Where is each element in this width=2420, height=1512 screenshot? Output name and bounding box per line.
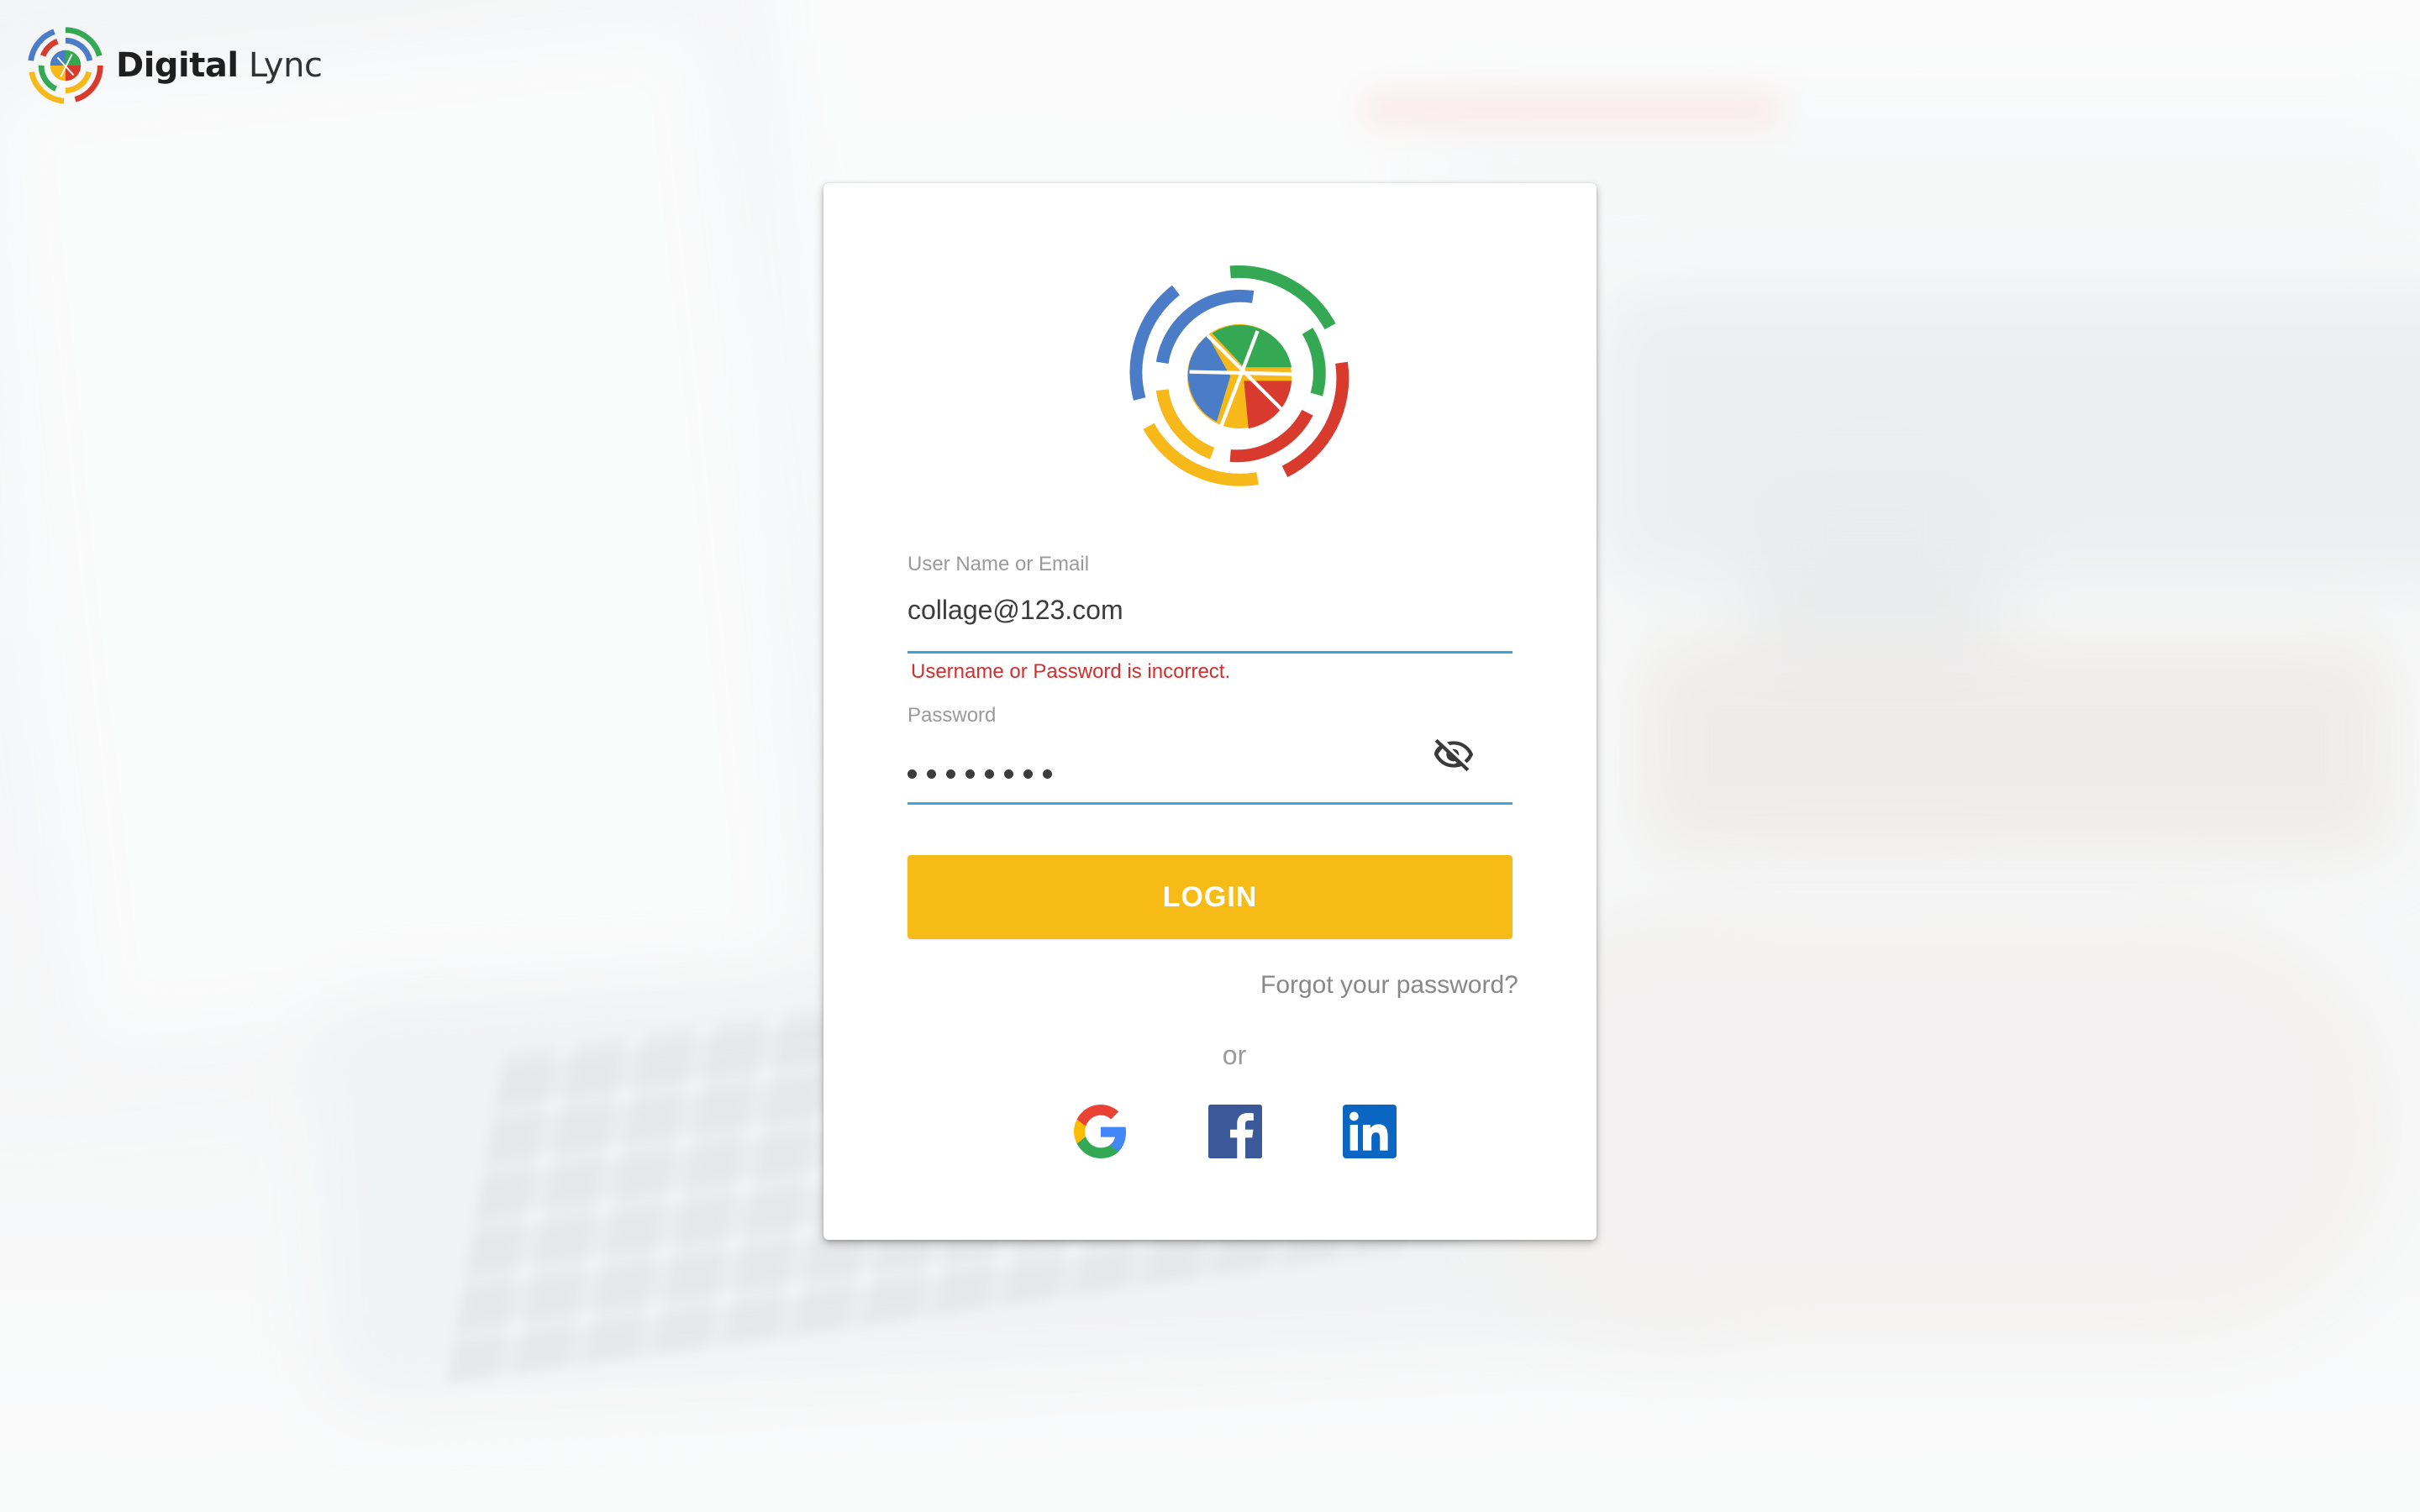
brand-logo[interactable]: Digital Lync — [25, 25, 323, 106]
card-logo-icon — [1129, 265, 1349, 486]
digital-lync-logo-icon — [28, 27, 103, 104]
brand-name: Digital Lync — [116, 46, 323, 85]
brand-name-light: Lync — [248, 46, 323, 85]
password-input[interactable] — [908, 769, 1052, 779]
username-underline — [908, 651, 1512, 654]
password-label: Password — [908, 704, 997, 727]
or-divider-text: or — [1222, 1040, 1247, 1070]
password-mask-dot — [908, 769, 917, 779]
username-input[interactable]: collage@123.com — [908, 595, 1123, 626]
facebook-login-button[interactable] — [1208, 1105, 1262, 1158]
linkedin-icon — [1343, 1105, 1397, 1158]
password-mask-dot — [927, 769, 936, 779]
password-mask-dot — [985, 769, 994, 779]
password-mask-dot — [1023, 769, 1033, 779]
login-card: User Name or Email collage@123.com Usern… — [823, 183, 1597, 1240]
forgot-password-link[interactable]: Forgot your password? — [1260, 971, 1518, 1000]
facebook-icon — [1208, 1105, 1262, 1158]
password-mask-dot — [946, 769, 955, 779]
brand-name-bold: Digital — [116, 46, 239, 85]
password-mask-dot — [1004, 769, 1013, 779]
google-icon — [1074, 1105, 1126, 1158]
password-mask-dot — [1043, 769, 1052, 779]
google-login-button[interactable] — [1074, 1105, 1128, 1158]
eye-off-icon[interactable] — [1433, 733, 1475, 775]
username-label: User Name or Email — [908, 553, 1090, 575]
password-mask-dot — [965, 769, 975, 779]
or-divider: or — [823, 1040, 1597, 1071]
linkedin-login-button[interactable] — [1343, 1105, 1397, 1158]
login-error-message: Username or Password is incorrect. — [911, 660, 1231, 683]
login-button[interactable]: LOGIN — [908, 855, 1512, 939]
password-underline — [908, 802, 1512, 805]
